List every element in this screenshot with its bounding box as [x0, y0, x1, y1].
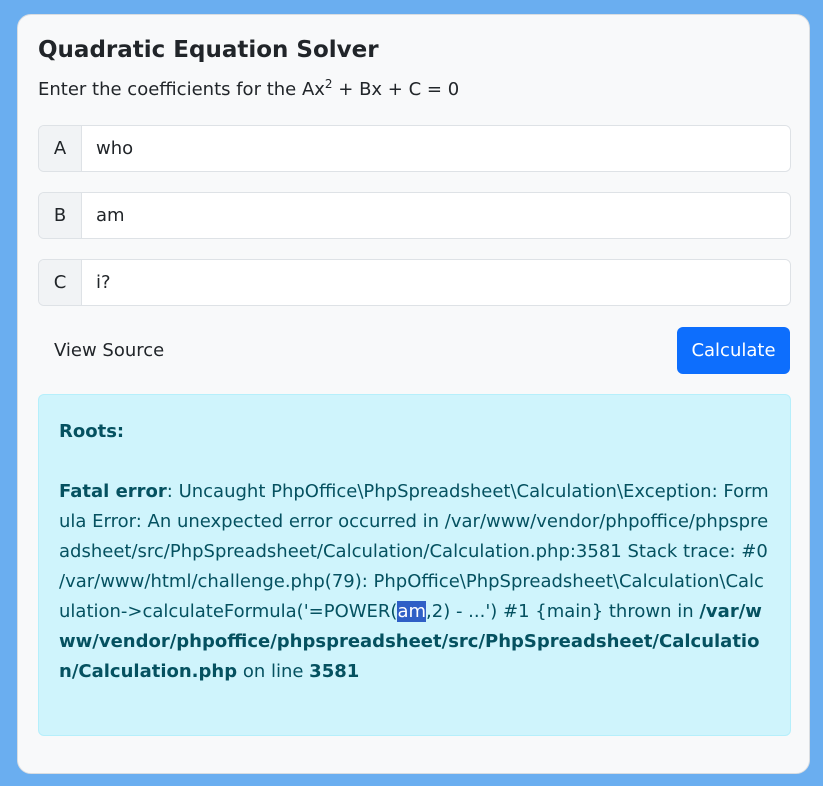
- view-source-link[interactable]: View Source: [38, 327, 180, 374]
- error-message: Fatal error: Uncaught PhpOffice\PhpSprea…: [59, 477, 770, 687]
- on-line-text: on line: [237, 661, 310, 682]
- selected-text: am: [397, 601, 427, 622]
- exponent: 2: [324, 77, 333, 91]
- calculate-button[interactable]: Calculate: [677, 327, 790, 374]
- coefficient-a-input[interactable]: [82, 126, 790, 171]
- coefficient-b-input[interactable]: [82, 193, 790, 238]
- page-title: Quadratic Equation Solver: [38, 37, 379, 63]
- coefficient-a-group: A: [38, 125, 791, 172]
- coefficient-c-group: C: [38, 259, 791, 306]
- error-line-number: 3581: [309, 661, 360, 682]
- coefficient-b-label: B: [39, 193, 82, 238]
- coefficient-a-label: A: [39, 126, 82, 171]
- solver-card: Quadratic Equation Solver Enter the coef…: [17, 14, 810, 774]
- result-alert: Roots: Fatal error: Uncaught PhpOffice\P…: [38, 394, 791, 736]
- coefficient-c-label: C: [39, 260, 82, 305]
- coefficient-b-group: B: [38, 192, 791, 239]
- error-title: Fatal error: [59, 481, 167, 502]
- error-text-after: ,2) - ...') #1 {main} thrown in: [426, 601, 700, 622]
- equation-instructions: Enter the coefficients for the Ax2 + Bx …: [38, 77, 460, 100]
- roots-label: Roots:: [59, 421, 125, 442]
- subtitle-prefix: Enter the coefficients for the Ax: [38, 79, 325, 100]
- coefficient-c-input[interactable]: [82, 260, 790, 305]
- subtitle-suffix: + Bx + C = 0: [332, 79, 460, 100]
